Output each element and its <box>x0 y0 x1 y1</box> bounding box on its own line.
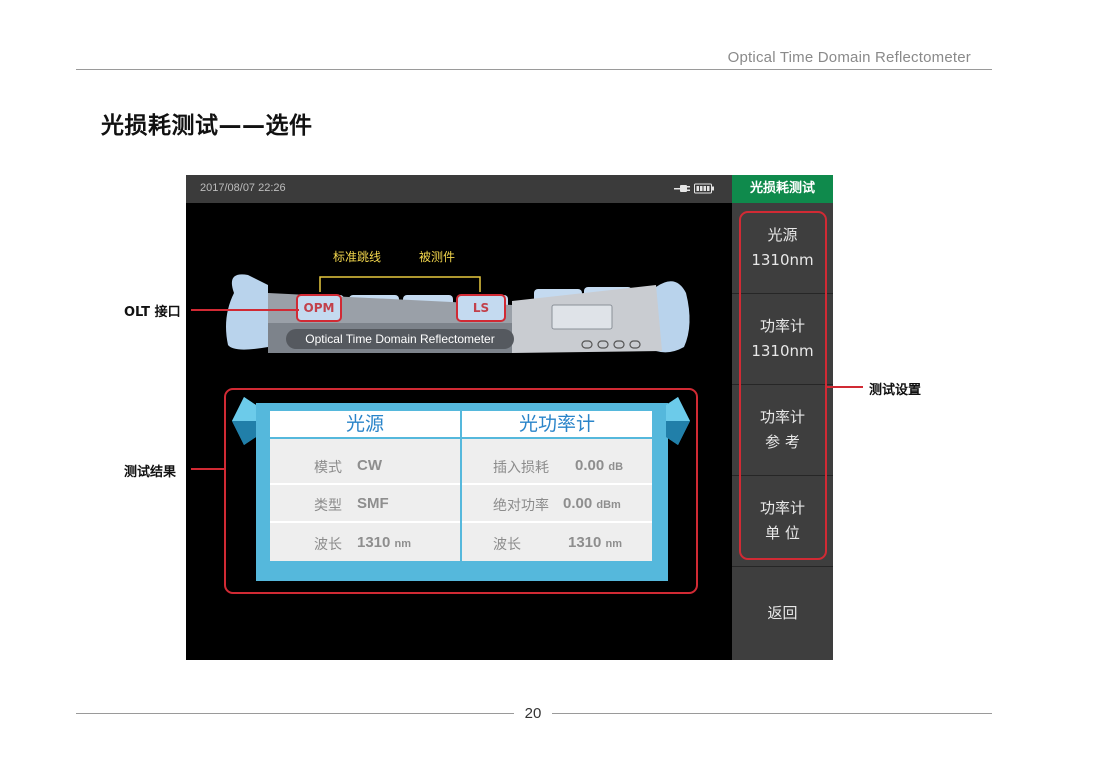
settings-pointer-line <box>825 386 863 388</box>
running-header: Optical Time Domain Reflectometer <box>727 49 971 66</box>
footer-divider-left <box>76 713 514 714</box>
olt-pointer-line <box>191 309 299 311</box>
mode-value: CW <box>357 457 382 474</box>
mode-label: 模式 <box>314 460 342 476</box>
standard-jumper-label: 标准跳线 <box>333 250 382 264</box>
absolute-power-label: 绝对功率 <box>493 498 549 514</box>
settings-highlight <box>739 211 827 560</box>
dut-label: 被测件 <box>419 250 456 264</box>
meter-wavelength-value: 1310 nm <box>568 534 623 551</box>
page-number: 20 <box>524 705 542 722</box>
light-source-heading: 光源 <box>345 413 384 435</box>
wavelength-label: 波长 <box>314 537 342 553</box>
device-name-label: Optical Time Domain Reflectometer <box>286 329 514 349</box>
header-divider <box>76 69 992 70</box>
type-value: SMF <box>357 495 389 512</box>
insertion-loss-value: 0.00 dB <box>575 457 624 474</box>
olt-interface-annotation: OLT 接口 <box>124 305 181 320</box>
side-header: 光损耗测试 <box>732 175 833 203</box>
ls-port: LS <box>472 301 490 315</box>
footer-divider-right <box>552 713 992 714</box>
test-settings-annotation: 测试设置 <box>869 383 922 398</box>
opm-port: OPM <box>303 301 335 315</box>
device-screen: 2017/08/07 22:26 光损耗测试 光源 1310nm 功率计 131… <box>186 175 833 660</box>
page-title: 光损耗测试——选件 <box>101 113 313 139</box>
results-pointer-line <box>191 468 225 470</box>
absolute-power-value: 0.00 dBm <box>563 495 621 512</box>
wavelength-value: 1310 nm <box>357 534 412 551</box>
side-button-label: 返回 <box>767 604 798 622</box>
test-results-annotation: 测试结果 <box>124 465 177 480</box>
type-label: 类型 <box>314 498 342 514</box>
meter-wavelength-label: 波长 <box>493 537 521 553</box>
power-meter-heading: 光功率计 <box>518 413 595 435</box>
insertion-loss-label: 插入损耗 <box>493 460 549 476</box>
back-button[interactable]: 返回 <box>732 567 833 660</box>
